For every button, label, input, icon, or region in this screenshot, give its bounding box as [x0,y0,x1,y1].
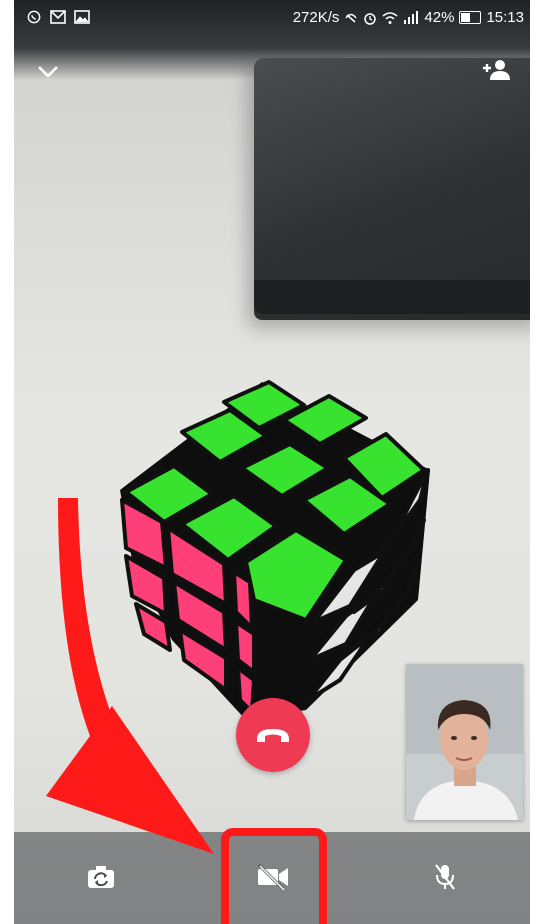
annotation-arrow [46,498,214,854]
